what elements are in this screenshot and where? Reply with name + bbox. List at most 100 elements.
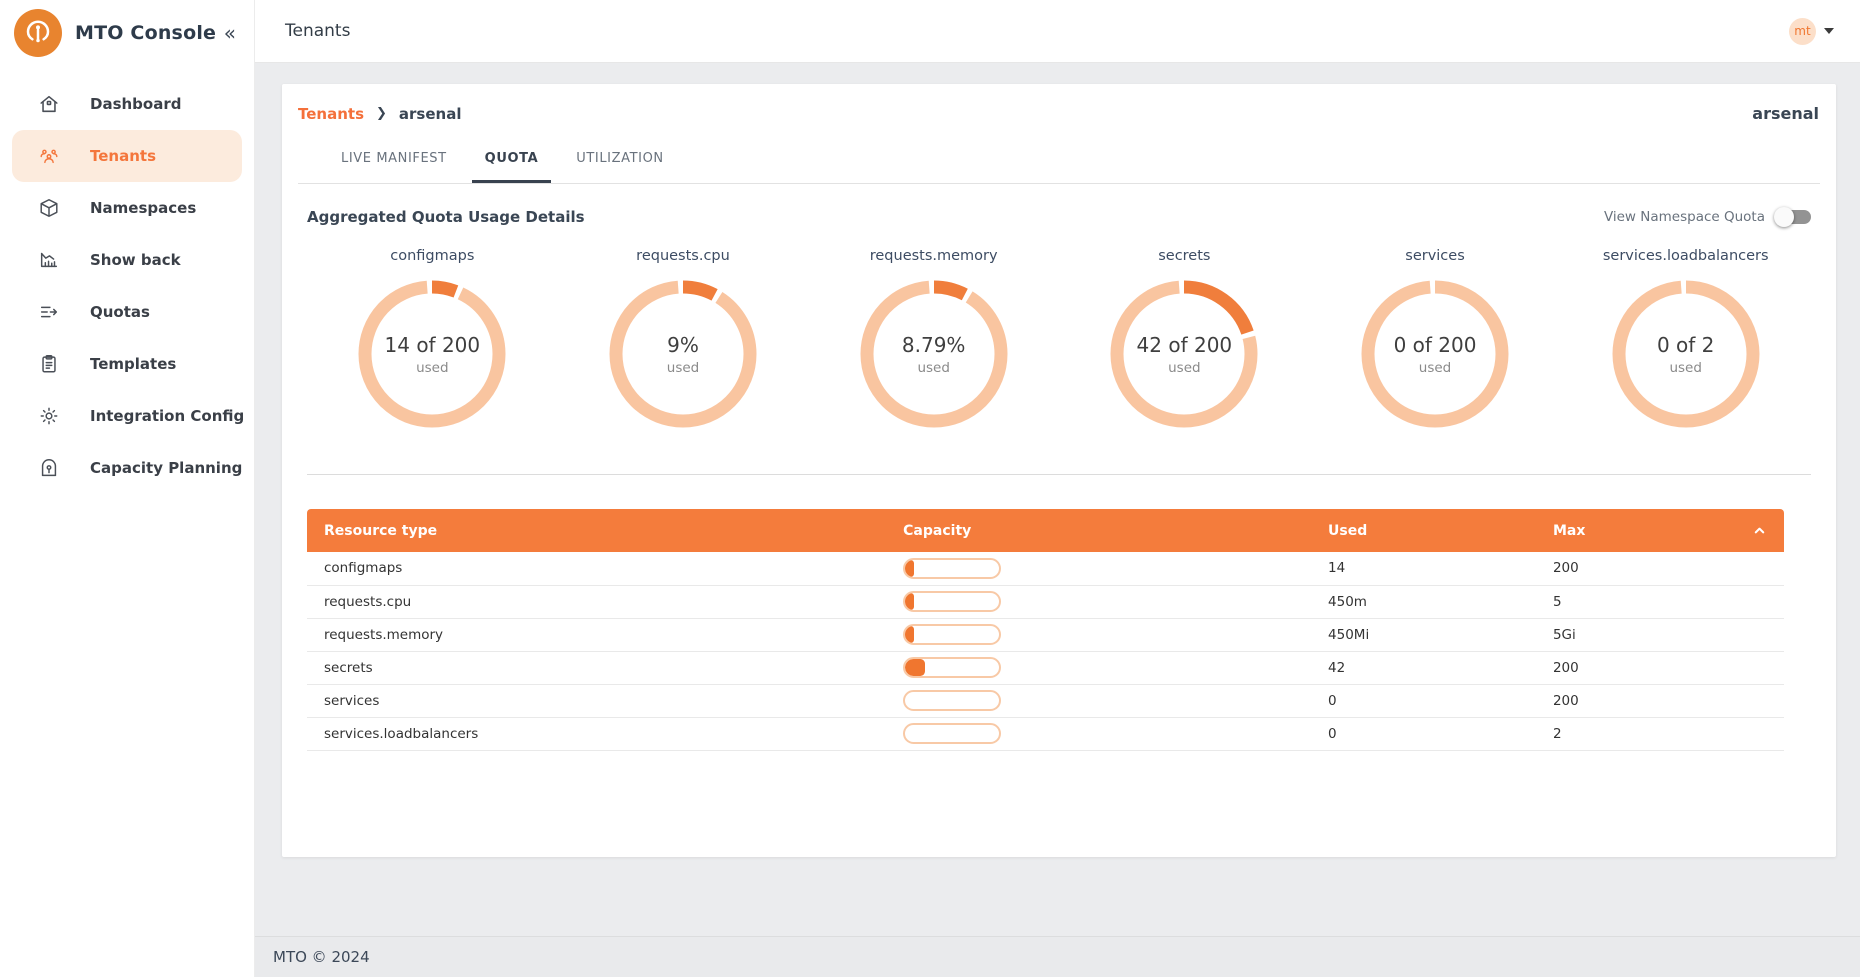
breadcrumb-separator-icon: ❯ [376,106,387,121]
capacity-bar [903,657,1001,678]
donut-chart: 14 of 200 used [356,278,508,430]
footer-text: MTO © 2024 [273,948,370,966]
collapse-table-button[interactable] [1752,523,1767,538]
cell-resource: requests.cpu [307,585,886,618]
donut-chart: 0 of 200 used [1359,278,1511,430]
toggle-knob [1774,207,1794,227]
sidebar-collapse-button[interactable]: « [220,21,240,45]
cell-resource: services [307,684,886,717]
header-max: Max [1536,509,1735,552]
quota-panel: Aggregated Quota Usage Details View Name… [282,184,1836,751]
footer: MTO © 2024 [255,936,1860,977]
donut-configmaps: configmaps 14 of 200 used [307,248,558,430]
sidebar-item-label: Namespaces [90,199,196,217]
sidebar-item-show-back[interactable]: Show back [0,234,254,286]
sidebar-item-namespaces[interactable]: Namespaces [0,182,254,234]
donut-value: 42 of 200 [1137,333,1233,357]
donut-value: 14 of 200 [385,333,481,357]
header-resource-type: Resource type [307,509,886,552]
sidebar-item-label: Quotas [90,303,150,321]
capacity-bar [903,690,1001,711]
view-namespace-quota-toggle[interactable] [1777,210,1811,224]
namespace-quota-toggle-group: View Namespace Quota [1604,209,1811,225]
cell-resource: services.loadbalancers [307,717,886,750]
cell-max: 2 [1536,717,1735,750]
donut-chart: 42 of 200 used [1108,278,1260,430]
cell-max: 200 [1536,651,1735,684]
header-used: Used [1311,509,1536,552]
donut-title: requests.memory [870,248,998,264]
donut-value: 9% [667,333,699,357]
breadcrumb-tenants-link[interactable]: Tenants [298,105,364,123]
sidebar: MTO Console « Dashboard Tenants Namespac… [0,0,255,977]
capacity-planning-icon [38,457,60,479]
donut-chart: 8.79% used [858,278,1010,430]
sidebar-item-templates[interactable]: Templates [0,338,254,390]
donut-sub-label: used [1168,360,1200,376]
chevron-down-icon [1824,28,1834,34]
breadcrumb-current: arsenal [399,105,462,123]
sidebar-item-quotas[interactable]: Quotas [0,286,254,338]
integration-config-icon [38,405,60,427]
donut-value: 0 of 2 [1657,333,1714,357]
donut-requests-memory: requests.memory 8.79% used [808,248,1059,430]
capacity-bar [903,723,1001,744]
main-column: Tenants mt Tenants ❯ arsenal arsenal LIV… [255,0,1860,977]
donut-title: configmaps [390,248,474,264]
donut-secrets: secrets 42 of 200 used [1059,248,1310,430]
cell-used: 14 [1311,552,1536,585]
donut-sub-label: used [667,360,699,376]
cell-max: 200 [1536,684,1735,717]
donut-services: services 0 of 200 used [1310,248,1561,430]
avatar[interactable]: mt [1789,18,1816,45]
home-icon [38,93,60,115]
page-title: Tenants [285,21,350,41]
sidebar-item-capacity-planning[interactable]: Capacity Planning [0,442,254,494]
tenants-icon [38,145,60,167]
table-row: requests.cpu 450m 5 [307,585,1784,618]
cell-used: 0 [1311,717,1536,750]
quota-table: Resource type Capacity Used Max configma… [307,509,1784,751]
app-title: MTO Console [75,22,216,44]
user-menu[interactable]: mt [1789,18,1834,45]
cell-used: 42 [1311,651,1536,684]
tabs: LIVE MANIFEST QUOTAUTILIZATION [298,137,1820,184]
sidebar-item-label: Integration Config [90,407,244,425]
cell-resource: secrets [307,651,886,684]
tab-quota[interactable]: QUOTA [472,137,552,183]
donut-chart: 0 of 2 used [1610,278,1762,430]
donut-services-loadbalancers: services.loadbalancers 0 of 2 used [1560,248,1811,430]
mto-logo-icon [14,9,62,57]
sidebar-item-integration-config[interactable]: Integration Config [0,390,254,442]
capacity-bar [903,624,1001,645]
sidebar-item-label: Dashboard [90,95,181,113]
cell-max: 200 [1536,552,1735,585]
sidebar-item-dashboard[interactable]: Dashboard [0,78,254,130]
cell-resource: requests.memory [307,618,886,651]
header-capacity: Capacity [886,509,1311,552]
cell-used: 450Mi [1311,618,1536,651]
sidebar-item-label: Show back [90,251,181,269]
donut-chart: 9% used [607,278,759,430]
capacity-bar [903,558,1001,579]
namespaces-icon [38,197,60,219]
tab-live-manifest[interactable]: LIVE MANIFEST [328,137,460,183]
tab-utilization[interactable]: UTILIZATION [563,137,677,183]
top-header: Tenants mt [255,0,1860,63]
cell-resource: configmaps [307,552,886,585]
sidebar-nav: Dashboard Tenants Namespaces Show back Q… [0,78,254,494]
donut-requests-cpu: requests.cpu 9% used [558,248,809,430]
sidebar-item-label: Capacity Planning [90,459,242,477]
donut-title: secrets [1158,248,1210,264]
sidebar-item-tenants[interactable]: Tenants [12,130,242,182]
sidebar-item-label: Templates [90,355,176,373]
donut-value: 8.79% [902,333,966,357]
donut-title: services [1405,248,1465,264]
toggle-label: View Namespace Quota [1604,209,1765,225]
table-row: services 0 200 [307,684,1784,717]
table-row: secrets 42 200 [307,651,1784,684]
logo-row: MTO Console « [0,0,254,66]
cell-max: 5 [1536,585,1735,618]
tenant-detail-card: Tenants ❯ arsenal arsenal LIVE MANIFEST Q… [282,84,1836,857]
tenant-name-label: arsenal [1752,104,1819,123]
